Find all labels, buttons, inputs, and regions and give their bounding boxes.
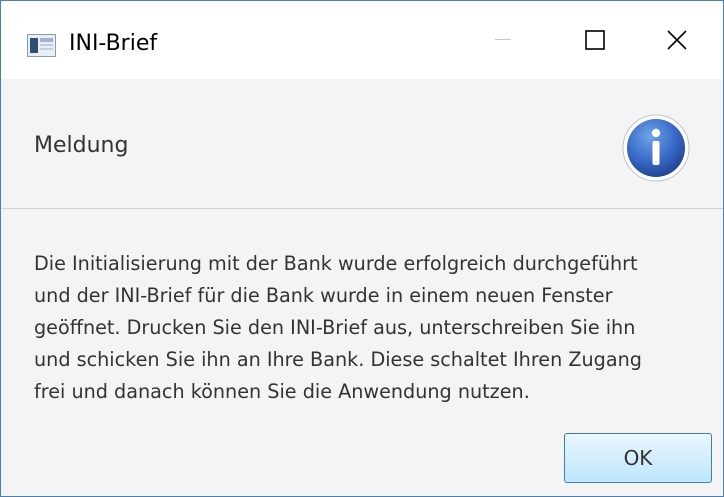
dialog-body: Die Initialisierung mit der Bank wurde e… bbox=[1, 210, 723, 496]
info-icon bbox=[622, 114, 690, 182]
maximize-icon bbox=[585, 30, 605, 50]
app-icon bbox=[27, 34, 56, 57]
dialog-header-title: Meldung bbox=[34, 133, 129, 158]
dialog-header: Meldung bbox=[1, 79, 723, 209]
maximize-button[interactable] bbox=[549, 1, 641, 79]
title-bar[interactable]: INI-Brief bbox=[1, 1, 723, 79]
ok-button[interactable]: OK bbox=[564, 433, 712, 483]
window-title: INI-Brief bbox=[69, 31, 158, 56]
dialog-message: Die Initialisierung mit der Bank wurde e… bbox=[34, 252, 642, 403]
minimize-icon bbox=[495, 39, 511, 40]
close-button[interactable] bbox=[631, 1, 723, 79]
minimize-button[interactable] bbox=[457, 1, 549, 79]
close-icon bbox=[667, 30, 687, 50]
dialog-window: INI-Brief Meldung Die Initialisierung mi… bbox=[0, 0, 724, 497]
